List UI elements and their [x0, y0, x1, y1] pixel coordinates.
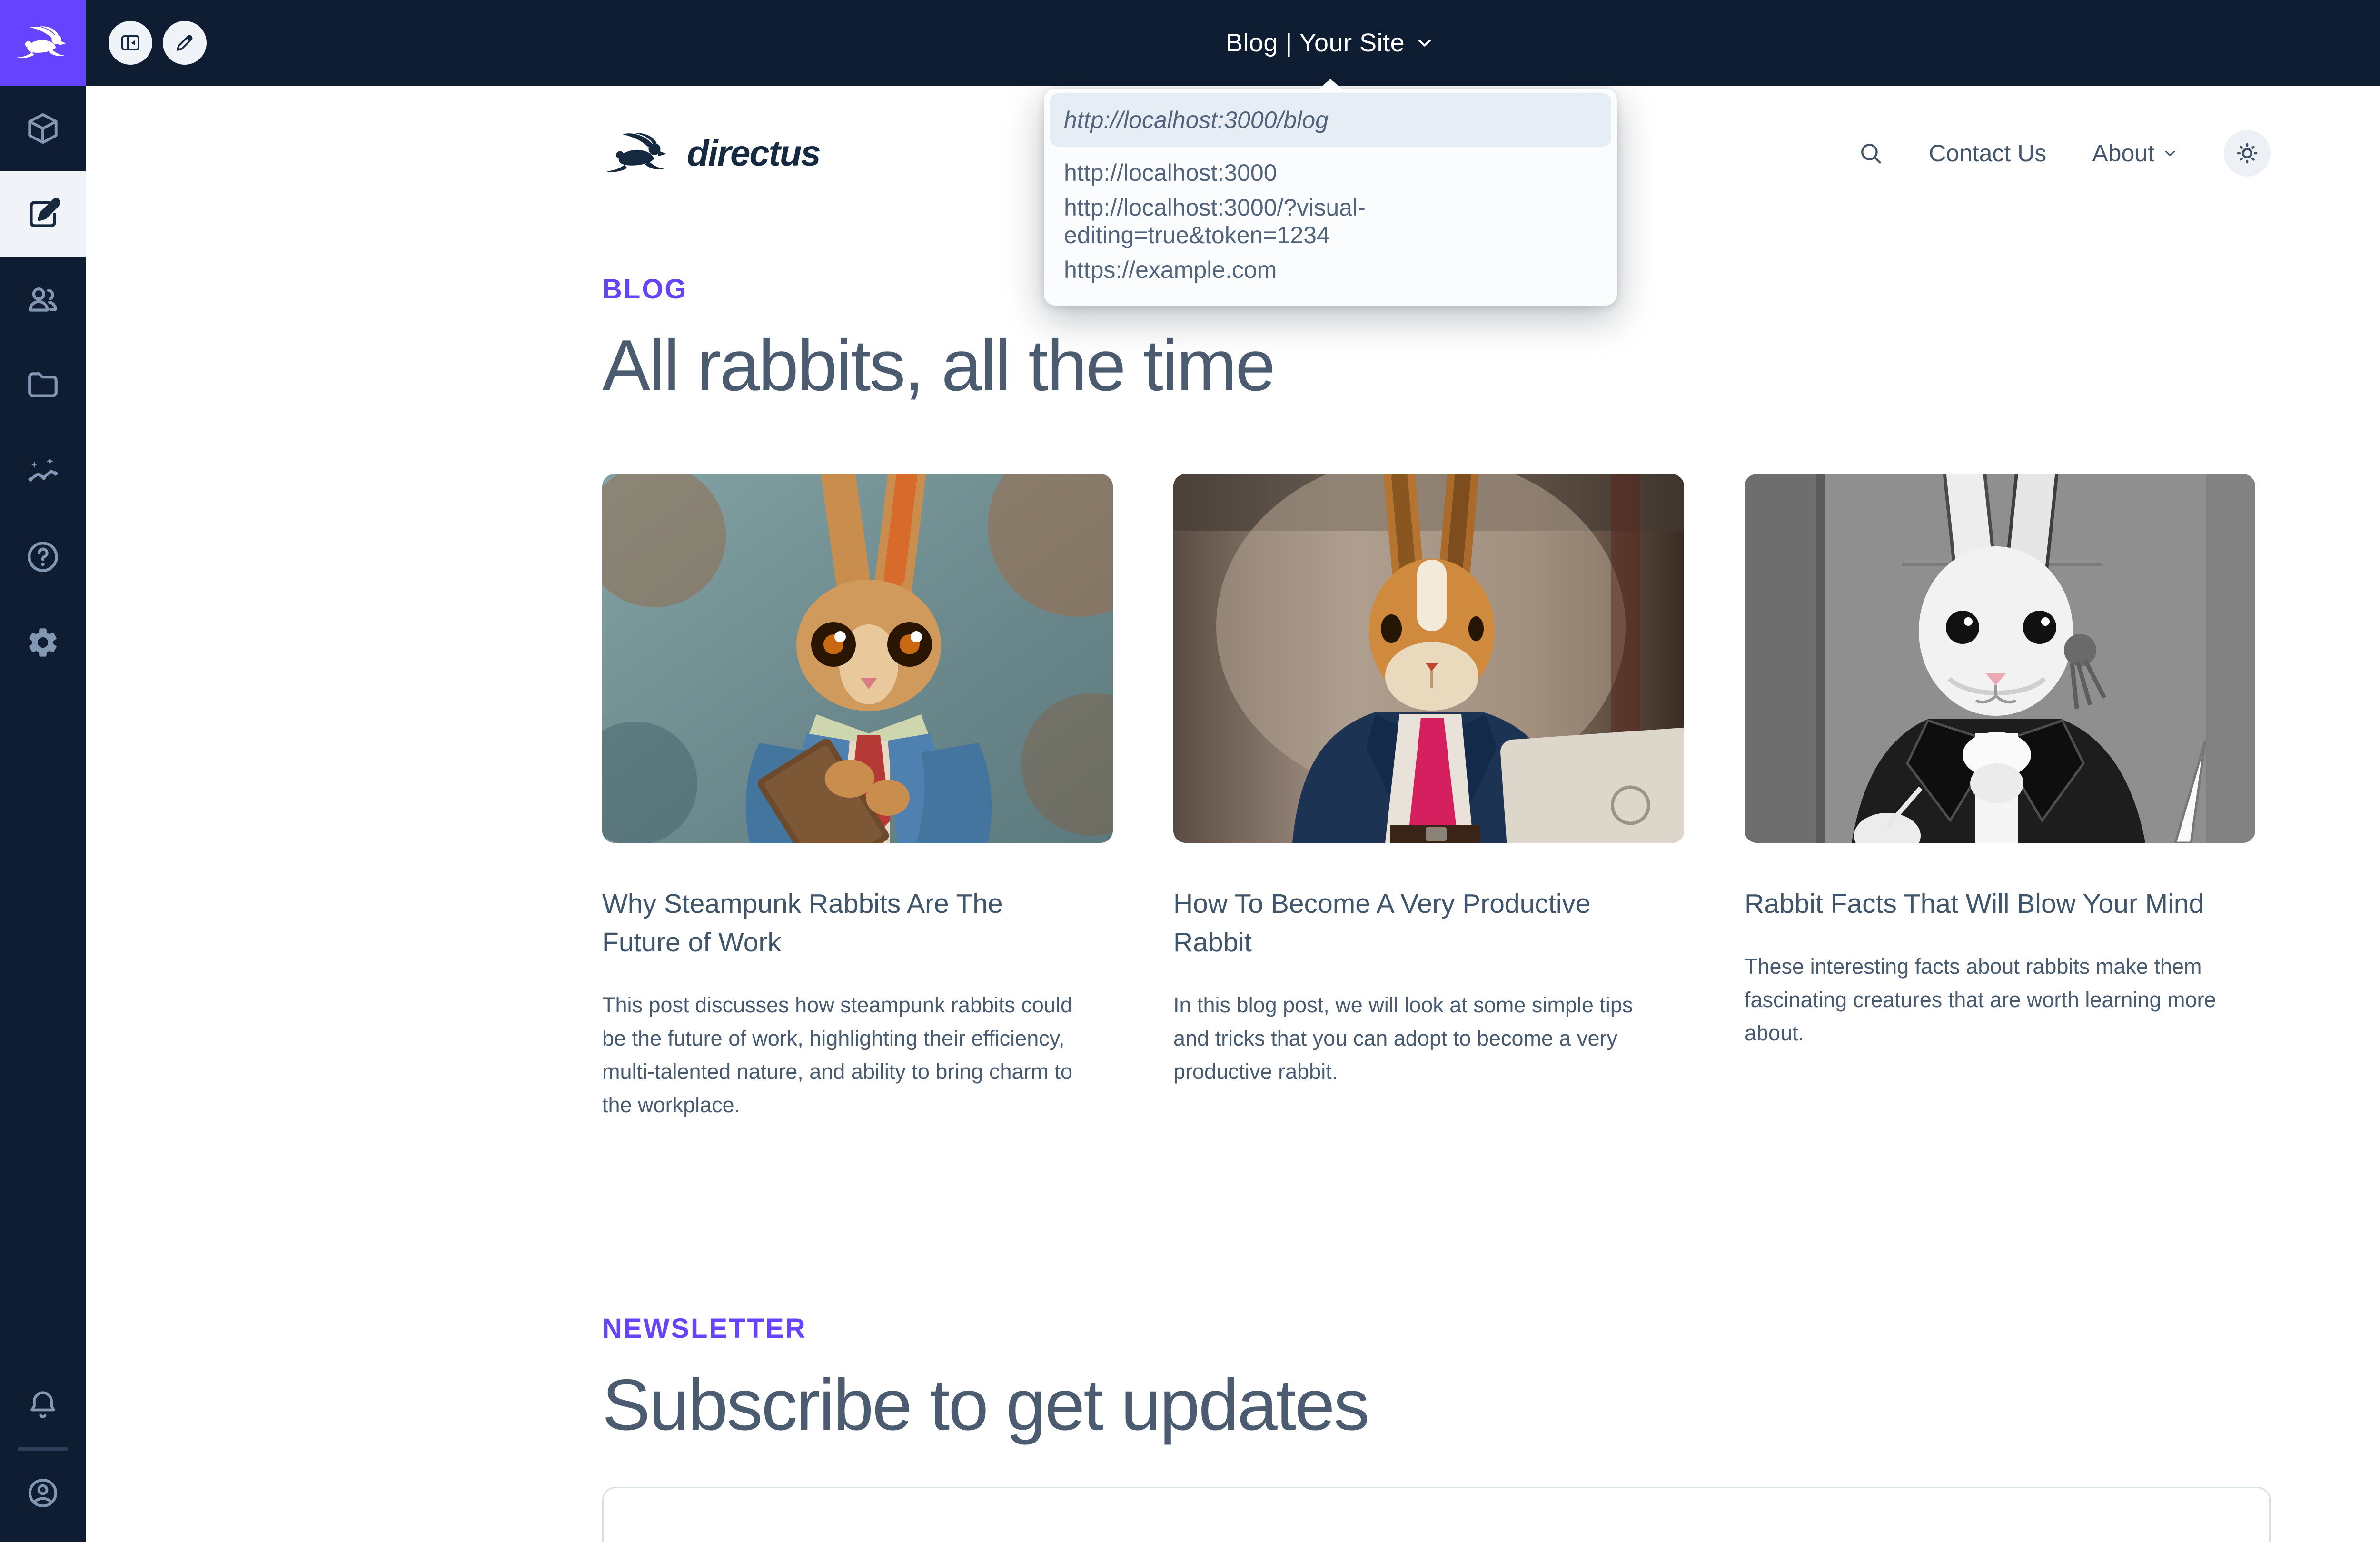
edit-mode-button[interactable]: [163, 21, 207, 65]
module-settings[interactable]: [0, 600, 86, 685]
post-excerpt: These interesting facts about rabbits ma…: [1745, 950, 2228, 1050]
page-selector-label: Blog | Your Site: [1226, 28, 1405, 58]
post-title: Rabbit Facts That Will Blow Your Mind: [1745, 885, 2211, 923]
pencil-icon: [173, 31, 196, 54]
insights-sparkline-icon: [25, 454, 60, 489]
post-image-victorian-rabbit: [1745, 474, 2255, 843]
newsletter-section: NEWSLETTER Subscribe to get updates Firs…: [602, 1313, 2271, 1542]
module-sidebar: [0, 0, 86, 1542]
help-icon: [25, 539, 60, 574]
module-users[interactable]: [0, 257, 86, 343]
account-circle-icon: [26, 1476, 60, 1510]
search-button[interactable]: [1858, 141, 1883, 166]
newsletter-title: Subscribe to get updates: [602, 1364, 2271, 1447]
newsletter-form: First Name *Required: [602, 1487, 2271, 1542]
post-image-steampunk-rabbit: [602, 474, 1113, 843]
page-selector[interactable]: Blog | Your Site: [1226, 0, 1435, 86]
newsletter-eyebrow: NEWSLETTER: [602, 1313, 2271, 1344]
cube-icon: [25, 111, 60, 146]
chevron-down-icon: [1414, 32, 1435, 53]
post-grid: Why Steampunk Rabbits Are The Future of …: [602, 474, 2271, 1122]
folder-icon: [25, 368, 60, 403]
post-excerpt: This post discusses how steampunk rabbit…: [602, 988, 1085, 1122]
rabbit-logo: [602, 131, 674, 175]
post-excerpt: In this blog post, we will look at some …: [1173, 988, 1656, 1089]
topbar-left-actions: [109, 0, 207, 86]
post-card-steampunk[interactable]: Why Steampunk Rabbits Are The Future of …: [602, 474, 1113, 1122]
about-label: About: [2092, 139, 2154, 167]
nav-link-contact[interactable]: Contact Us: [1929, 139, 2046, 167]
app-topbar: Blog | Your Site 1860 × 1020 100%: [86, 0, 2380, 86]
notifications-button[interactable]: [0, 1369, 86, 1441]
site-brand-logo[interactable]: directus: [602, 131, 820, 175]
url-option-blog[interactable]: http://localhost:3000/blog: [1050, 93, 1611, 147]
collapse-panel-icon: [119, 31, 142, 54]
module-content[interactable]: [0, 86, 86, 171]
post-card-productive[interactable]: How To Become A Very Productive Rabbit I…: [1173, 474, 1684, 1122]
module-visual-editor[interactable]: [0, 171, 86, 257]
directus-visual-editor-screen: Blog | Your Site 1860 × 1020 100%: [0, 0, 2380, 1542]
sidebar-bottom-group: [0, 1369, 86, 1542]
module-help[interactable]: [0, 514, 86, 600]
edit-box-icon: [25, 197, 60, 232]
url-option-root[interactable]: http://localhost:3000: [1050, 148, 1611, 197]
post-card-facts[interactable]: Rabbit Facts That Will Blow Your Mind Th…: [1745, 474, 2255, 1122]
theme-toggle-button[interactable]: [2224, 130, 2271, 177]
post-image-business-rabbit: [1173, 474, 1684, 843]
post-title: How To Become A Very Productive Rabbit: [1173, 885, 1640, 962]
brand-wordmark: directus: [687, 133, 820, 174]
post-title: Why Steampunk Rabbits Are The Future of …: [602, 885, 1069, 962]
module-files[interactable]: [0, 343, 86, 428]
directus-app-logo[interactable]: [0, 0, 86, 86]
url-dropdown-menu: http://localhost:3000/blog http://localh…: [1044, 89, 1617, 306]
url-option-visual-editing[interactable]: http://localhost:3000/?visual-editing=tr…: [1050, 197, 1611, 246]
account-button[interactable]: [0, 1457, 86, 1529]
sidebar-divider: [18, 1447, 68, 1451]
site-nav: Contact Us About: [1858, 130, 2271, 177]
users-icon: [25, 282, 60, 317]
module-insights[interactable]: [0, 428, 86, 514]
search-icon: [1858, 141, 1883, 166]
url-option-example[interactable]: https://example.com: [1050, 246, 1611, 294]
sun-icon: [2235, 141, 2260, 166]
gear-icon: [25, 625, 60, 660]
rabbit-logo-icon: [14, 25, 72, 60]
blog-title: All rabbits, all the time: [602, 324, 2271, 407]
chevron-down-icon: [2162, 145, 2178, 161]
nav-link-about[interactable]: About: [2092, 139, 2178, 167]
collapse-sidebar-button[interactable]: [109, 21, 152, 65]
bell-icon: [26, 1388, 60, 1422]
